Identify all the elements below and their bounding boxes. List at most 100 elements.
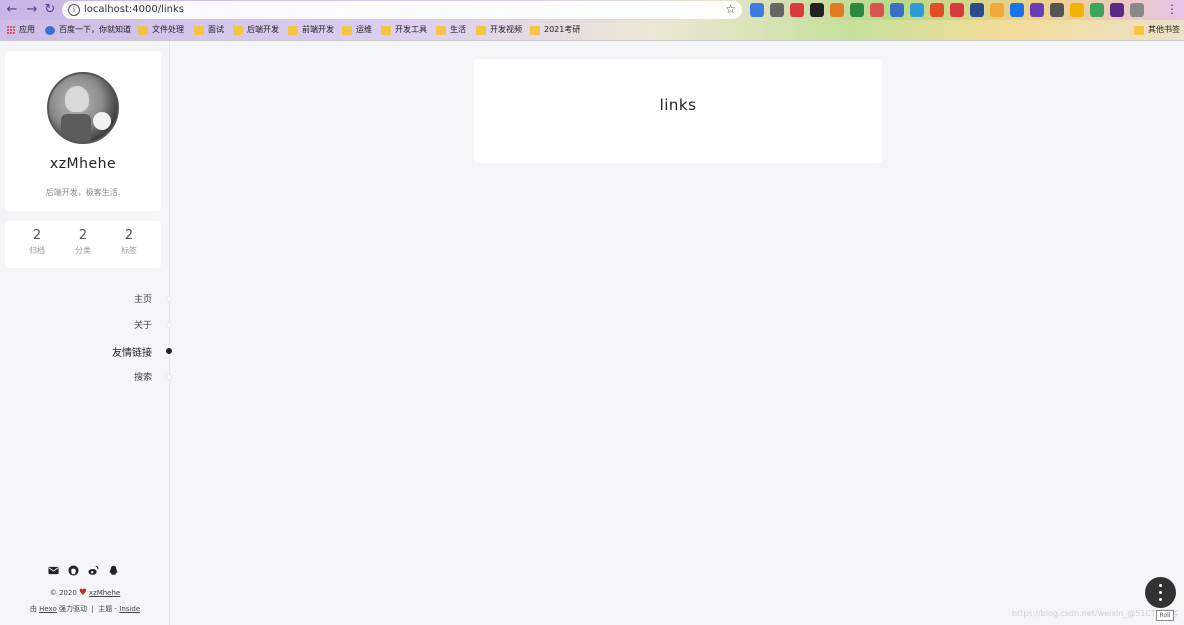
menu-dot	[166, 374, 172, 380]
hexo-link[interactable]: Hexo	[39, 605, 57, 613]
menu-item-search[interactable]: 搜索	[134, 370, 152, 383]
bookmark-label: 开发视频	[490, 25, 522, 34]
bookmark-item[interactable]: 文件处理	[138, 24, 184, 36]
other-bookmarks-label: 其他书签	[1148, 25, 1180, 34]
apps-grid-icon	[6, 26, 15, 35]
forward-icon[interactable]: →	[24, 2, 40, 18]
extension-icon[interactable]	[850, 3, 864, 17]
extension-icon[interactable]	[1110, 3, 1124, 17]
menu-item-about[interactable]: 关于	[134, 318, 152, 331]
extension-icon[interactable]	[950, 3, 964, 17]
extension-icon[interactable]	[1090, 3, 1104, 17]
roll-box[interactable]: Roll	[1156, 610, 1174, 621]
address-bar[interactable]: i localhost:4000/links ☆	[62, 1, 742, 19]
stat-archives[interactable]: 2 归档	[17, 228, 57, 258]
bookmark-item[interactable]: 面试	[194, 24, 224, 36]
folder-icon	[194, 25, 204, 35]
sidebar: xzMhehe 后端开发，极客生活. 2 归档 2 分类 2 标签 主页 关于 …	[0, 41, 172, 625]
powered-suffix: 强力驱动	[59, 605, 88, 613]
folder-icon	[476, 25, 486, 35]
heart-icon: ♥	[78, 588, 87, 598]
bookmark-item[interactable]: 应用	[6, 24, 35, 36]
bookmark-label: 2021考研	[544, 25, 581, 34]
extension-icon[interactable]	[890, 3, 904, 17]
powered-prefix: 由	[29, 605, 37, 613]
reload-icon[interactable]: ↻	[42, 2, 58, 18]
bookmark-label: 生活	[450, 25, 466, 34]
extension-icon[interactable]	[1050, 3, 1064, 17]
info-icon[interactable]: i	[68, 4, 80, 16]
extension-icon[interactable]	[830, 3, 844, 17]
menu-dot	[166, 296, 172, 302]
folder-icon	[138, 25, 148, 35]
bookmark-label: 应用	[19, 25, 35, 34]
back-icon[interactable]: ←	[4, 2, 20, 18]
folder-icon	[342, 25, 352, 35]
bookmark-label: 面试	[208, 25, 224, 34]
bookmark-item[interactable]: 后端开发	[233, 24, 279, 36]
email-icon[interactable]	[48, 561, 59, 575]
stat-label: 标签	[121, 246, 137, 255]
extension-icon[interactable]	[770, 3, 784, 17]
weibo-icon[interactable]	[88, 561, 99, 575]
extension-icon[interactable]	[910, 3, 924, 17]
profile-card: xzMhehe 后端开发，极客生活.	[5, 51, 161, 211]
bookmark-label: 前端开发	[302, 25, 334, 34]
extension-icon[interactable]	[790, 3, 804, 17]
stat-label: 归档	[29, 246, 45, 255]
url-text[interactable]: localhost:4000/links	[84, 3, 184, 17]
stat-value: 2	[78, 228, 88, 243]
theme-prefix: 主题 -	[98, 605, 118, 613]
browser-menu-icon[interactable]: ⋮	[1166, 2, 1178, 16]
extension-icon[interactable]	[1070, 3, 1084, 17]
bookmark-label: 开发工具	[395, 25, 427, 34]
bookmark-label: 文件处理	[152, 25, 184, 34]
extension-icon[interactable]	[810, 3, 824, 17]
bookmark-label: 运维	[356, 25, 372, 34]
floating-menu-button[interactable]	[1145, 577, 1176, 608]
menu-item-home[interactable]: 主页	[134, 292, 152, 305]
bookmark-item[interactable]: 前端开发	[288, 24, 334, 36]
folder-icon	[436, 25, 446, 35]
bookmark-item[interactable]: 2021考研	[530, 24, 580, 36]
extension-icon[interactable]	[990, 3, 1004, 17]
theme-link[interactable]: Inside	[119, 605, 140, 613]
other-bookmarks[interactable]: 其他书签	[1134, 24, 1180, 36]
links-card: links	[474, 59, 882, 163]
stat-tags[interactable]: 2 标签	[109, 228, 149, 258]
menu-item-links[interactable]: 友情链接	[112, 344, 152, 359]
bookmark-star-icon[interactable]: ☆	[725, 2, 736, 16]
extensions-bar	[750, 3, 1144, 17]
extension-icon[interactable]	[970, 3, 984, 17]
watermark: https://blog.csdn.net/weixin_@51CTO博客	[1012, 609, 1179, 618]
bookmark-item[interactable]: 生活	[436, 24, 466, 36]
github-icon[interactable]	[68, 561, 79, 576]
qq-icon[interactable]	[108, 561, 119, 575]
footer-powered: 由 Hexo 强力驱动 | 主题 - Inside	[0, 604, 170, 614]
extension-icon[interactable]	[1010, 3, 1024, 17]
extension-icon[interactable]	[1130, 3, 1144, 17]
stat-value: 2	[124, 228, 134, 243]
extension-icon[interactable]	[1030, 3, 1044, 17]
author-description: 后端开发，极客生活.	[45, 188, 121, 197]
social-links	[48, 561, 119, 576]
bookmark-item[interactable]: 运维	[342, 24, 372, 36]
stats-card: 2 归档 2 分类 2 标签	[5, 221, 161, 268]
extension-icon[interactable]	[870, 3, 884, 17]
baidu-paw-icon	[45, 25, 55, 35]
bookmark-item[interactable]: 开发工具	[381, 24, 427, 36]
folder-icon	[288, 25, 298, 35]
author-link[interactable]: xzMhehe	[89, 589, 120, 597]
bookmark-item[interactable]: 开发视频	[476, 24, 522, 36]
stat-categories[interactable]: 2 分类	[63, 228, 103, 258]
bookmarks-bar: 其他书签 应用 百度一下，你就知道 文件处理 面试 后端开发 前端开发 运维 开发工具 生活 开发…	[0, 20, 1184, 41]
author-name: xzMhehe	[49, 156, 117, 172]
bookmark-label: 后端开发	[247, 25, 279, 34]
stat-value: 2	[32, 228, 42, 243]
bookmark-item[interactable]: 百度一下，你就知道	[45, 24, 131, 36]
avatar[interactable]	[47, 72, 119, 144]
footer-separator: |	[91, 605, 94, 613]
bookmark-label: 百度一下，你就知道	[59, 25, 131, 34]
extension-icon[interactable]	[750, 3, 764, 17]
extension-icon[interactable]	[930, 3, 944, 17]
